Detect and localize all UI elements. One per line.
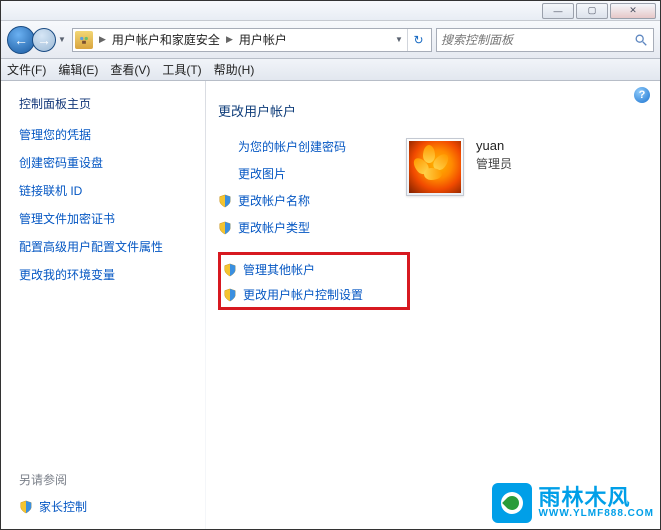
watermark-logo: 雨林木风 WWW.YLMF888.COM: [492, 483, 654, 523]
menu-tools[interactable]: 工具(T): [162, 61, 201, 78]
sidebar-link-credentials[interactable]: 管理您的凭据: [19, 126, 187, 143]
see-also-label: 另请参阅: [19, 471, 187, 488]
shield-icon: [218, 221, 232, 235]
shield-icon: [223, 288, 237, 302]
breadcrumb-sep: ▶: [99, 34, 106, 45]
help-button[interactable]: ?: [634, 87, 650, 103]
action-uac-settings[interactable]: 更改用户帐户控制设置: [223, 286, 403, 303]
watermark-cn: 雨林木风: [538, 487, 654, 509]
user-role: 管理员: [476, 155, 512, 172]
navigation-bar: ← → ▼ ▶ 用户帐户和家庭安全 ▶ 用户帐户 ▼ ↻: [1, 21, 660, 59]
action-create-password[interactable]: 为您的帐户创建密码: [238, 138, 388, 155]
minimize-button[interactable]: —: [542, 3, 574, 19]
search-icon[interactable]: [633, 32, 649, 48]
close-button[interactable]: ✕: [610, 3, 656, 19]
titlebar: — ▢ ✕: [1, 1, 660, 21]
sidebar: 控制面板主页 管理您的凭据 创建密码重设盘 链接联机 ID 管理文件加密证书 配…: [1, 81, 205, 529]
watermark-badge-icon: [492, 483, 532, 523]
highlighted-box: 管理其他帐户 更改用户帐户控制设置: [218, 252, 410, 310]
sidebar-link-online-id[interactable]: 链接联机 ID: [19, 182, 187, 199]
action-manage-other[interactable]: 管理其他帐户: [223, 261, 403, 278]
menu-file[interactable]: 文件(F): [7, 61, 46, 78]
page-heading: 更改用户帐户: [218, 101, 648, 120]
action-uac-settings-label: 更改用户帐户控制设置: [243, 286, 363, 303]
menu-help[interactable]: 帮助(H): [214, 61, 255, 78]
user-card: yuan 管理员: [406, 138, 512, 310]
breadcrumb-item-1[interactable]: 用户帐户和家庭安全: [112, 31, 220, 48]
breadcrumb-item-2[interactable]: 用户帐户: [239, 31, 287, 48]
menu-edit[interactable]: 编辑(E): [58, 61, 98, 78]
parental-control-label: 家长控制: [39, 498, 87, 515]
action-list: 为您的帐户创建密码 更改图片 更改帐户名称 更改帐户类型 管理其他帐户: [218, 138, 388, 310]
refresh-button[interactable]: ↻: [407, 29, 429, 51]
shield-icon: [218, 194, 232, 208]
action-change-type[interactable]: 更改帐户类型: [218, 219, 388, 236]
action-change-name[interactable]: 更改帐户名称: [218, 192, 388, 209]
address-dropdown[interactable]: ▼: [393, 31, 405, 49]
search-input[interactable]: [441, 33, 633, 47]
main-panel: ? 更改用户帐户 为您的帐户创建密码 更改图片 更改帐户名称 更改帐户类型 管理…: [206, 81, 660, 529]
address-bar[interactable]: ▶ 用户帐户和家庭安全 ▶ 用户帐户 ▼ ↻: [72, 28, 432, 52]
sidebar-link-encryption[interactable]: 管理文件加密证书: [19, 210, 187, 227]
maximize-button[interactable]: ▢: [576, 3, 608, 19]
breadcrumb-sep: ▶: [226, 34, 233, 45]
menu-bar: 文件(F) 编辑(E) 查看(V) 工具(T) 帮助(H): [1, 59, 660, 81]
search-box[interactable]: [436, 28, 654, 52]
watermark-en: WWW.YLMF888.COM: [538, 509, 654, 519]
action-change-name-label: 更改帐户名称: [238, 192, 310, 209]
sidebar-parental-control[interactable]: 家长控制: [19, 498, 187, 515]
sidebar-link-env-vars[interactable]: 更改我的环境变量: [19, 266, 187, 283]
content-area: 控制面板主页 管理您的凭据 创建密码重设盘 链接联机 ID 管理文件加密证书 配…: [1, 81, 660, 529]
control-panel-home[interactable]: 控制面板主页: [19, 95, 187, 112]
nav-button-group: ← → ▼: [7, 26, 68, 54]
shield-icon: [223, 263, 237, 277]
history-dropdown[interactable]: ▼: [56, 31, 68, 49]
action-manage-other-label: 管理其他帐户: [243, 261, 315, 278]
user-picture: [409, 141, 461, 193]
action-change-type-label: 更改帐户类型: [238, 219, 310, 236]
sidebar-link-password-reset[interactable]: 创建密码重设盘: [19, 154, 187, 171]
user-name: yuan: [476, 138, 512, 153]
sidebar-link-profile[interactable]: 配置高级用户配置文件属性: [19, 238, 187, 255]
action-change-picture[interactable]: 更改图片: [238, 165, 388, 182]
shield-icon: [19, 500, 33, 514]
back-button[interactable]: ←: [7, 26, 35, 54]
forward-button[interactable]: →: [32, 28, 56, 52]
menu-view[interactable]: 查看(V): [110, 61, 150, 78]
user-picture-frame[interactable]: [406, 138, 464, 196]
control-panel-icon: [75, 31, 93, 49]
